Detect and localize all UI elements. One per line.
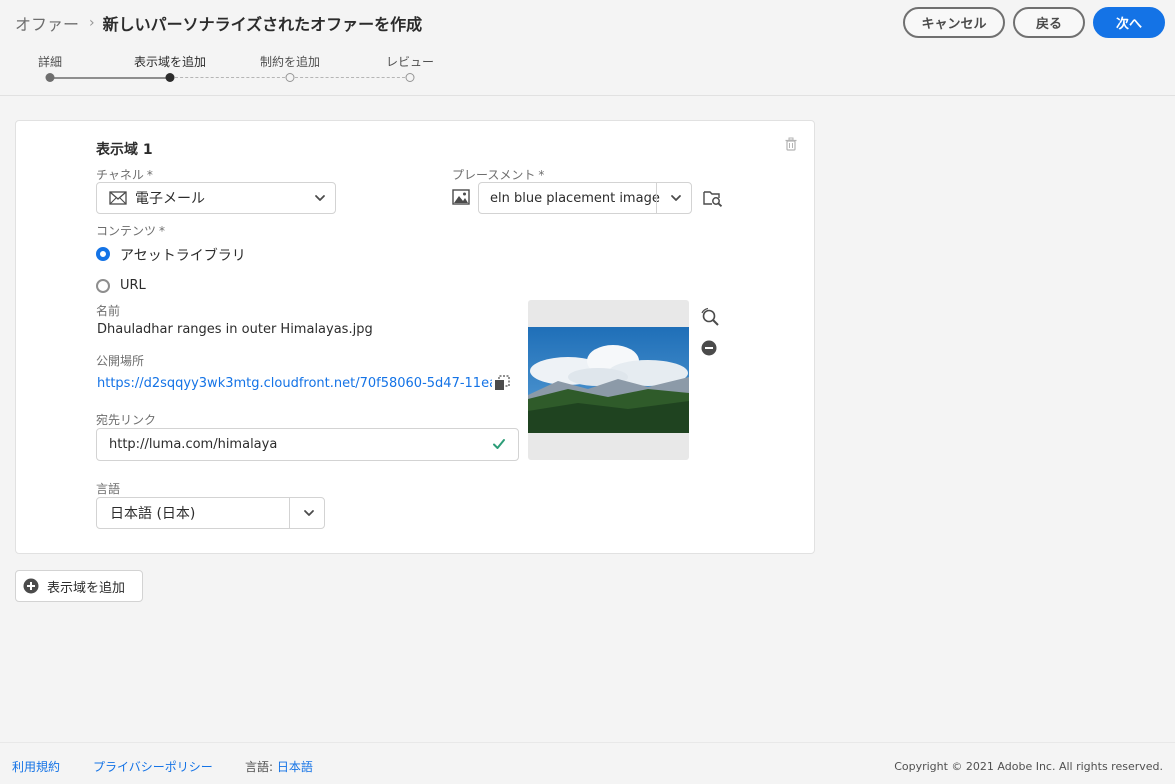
footer-language-link[interactable]: 日本語	[277, 760, 313, 774]
destination-link-value: http://luma.com/himalaya	[109, 437, 278, 452]
step-dot-review	[405, 73, 415, 82]
public-location-label: 公開場所	[96, 354, 145, 368]
step-connector-done	[54, 77, 166, 79]
content-label: コンテンツ *	[96, 222, 165, 239]
representation-card: 表示域 1 チャネル * 電子メール プレースメント * eln blue plac…	[15, 120, 815, 554]
step-label-add-representation: 表示域を追加	[133, 55, 207, 69]
back-button[interactable]: 戻る	[1013, 7, 1085, 38]
chevron-right-icon: ›	[89, 15, 95, 31]
add-representation-label: 表示域を追加	[47, 580, 126, 596]
asset-thumbnail	[528, 300, 689, 460]
image-icon	[452, 189, 470, 205]
page-header: オファー › 新しいパーソナライズされたオファーを作成 キャンセル 戻る 次へ …	[0, 0, 1175, 96]
step-dot-add-constraints	[285, 73, 295, 82]
required-mark: *	[146, 168, 153, 182]
step-connector	[175, 77, 285, 78]
channel-picker[interactable]: 電子メール	[96, 182, 336, 214]
required-mark: *	[538, 168, 545, 182]
copy-icon[interactable]	[494, 375, 510, 391]
step-dot-add-representation	[165, 73, 175, 82]
placement-label-text: プレースメント	[452, 168, 536, 182]
step-label-add-constraints: 制約を追加	[259, 55, 321, 69]
step-label-review: レビュー	[385, 55, 435, 69]
name-label: 名前	[96, 304, 121, 318]
placement-picker[interactable]: eln blue placement image	[478, 182, 692, 214]
folder-search-icon[interactable]	[703, 189, 723, 207]
mail-icon	[109, 191, 127, 205]
add-circle-icon	[23, 578, 39, 594]
public-location-link[interactable]: https://d2sqqyy3wk3mtg.cloudfront.net/70…	[97, 376, 492, 391]
picker-divider	[656, 183, 657, 213]
representation-title: 表示域 1	[96, 142, 153, 158]
delete-icon[interactable]	[784, 137, 798, 151]
channel-label: チャネル *	[96, 166, 153, 183]
placement-label: プレースメント *	[452, 166, 544, 183]
content-label-text: コンテンツ	[96, 224, 157, 238]
language-picker[interactable]: 日本語 (日本)	[96, 497, 325, 529]
footer-language: 言語: 日本語	[245, 758, 313, 775]
zoom-icon[interactable]	[700, 307, 720, 327]
url-radio[interactable]	[96, 279, 110, 293]
chevron-down-icon	[671, 195, 681, 201]
next-button[interactable]: 次へ	[1093, 7, 1165, 38]
step-indicator: 詳細 表示域を追加 制約を追加 レビュー	[0, 52, 480, 88]
language-value: 日本語 (日本)	[110, 506, 196, 522]
breadcrumb: オファー › 新しいパーソナライズされたオファーを作成	[15, 11, 422, 35]
checkmark-icon	[493, 439, 505, 449]
step-label-details: 詳細	[37, 55, 63, 69]
channel-value: 電子メール	[135, 191, 205, 207]
footer-language-prefix: 言語:	[245, 760, 274, 774]
add-representation-button[interactable]: 表示域を追加	[15, 570, 143, 602]
remove-circle-icon[interactable]	[701, 340, 717, 356]
placement-value: eln blue placement image	[490, 190, 660, 206]
chevron-down-icon	[304, 510, 314, 516]
page-title: 新しいパーソナライズされたオファーを作成	[102, 15, 423, 34]
url-radio-label[interactable]: URL	[120, 278, 146, 293]
language-label: 言語	[96, 482, 121, 496]
destination-link-label: 宛先リンク	[96, 413, 157, 427]
asset-library-radio[interactable]	[96, 247, 110, 261]
breadcrumb-offers-link[interactable]: オファー	[15, 11, 79, 35]
step-connector	[295, 77, 405, 78]
step-dot-details	[45, 73, 55, 82]
chevron-down-icon	[315, 195, 325, 201]
asset-library-radio-label[interactable]: アセットライブラリ	[120, 245, 246, 265]
channel-label-text: チャネル	[96, 168, 144, 182]
required-mark: *	[159, 224, 166, 238]
cancel-button[interactable]: キャンセル	[903, 7, 1005, 38]
page-footer: 利用規約 プライバシーポリシー 言語: 日本語 Copyright © 2021…	[0, 742, 1175, 784]
terms-link[interactable]: 利用規約	[12, 758, 60, 775]
asset-name-value: Dhauladhar ranges in outer Himalayas.jpg	[97, 322, 373, 337]
copyright-text: Copyright © 2021 Adobe Inc. All rights r…	[894, 760, 1163, 773]
privacy-link[interactable]: プライバシーポリシー	[93, 758, 213, 775]
picker-divider	[289, 498, 290, 528]
destination-link-input[interactable]: http://luma.com/himalaya	[96, 428, 519, 461]
mountain-landscape-image	[528, 327, 689, 433]
